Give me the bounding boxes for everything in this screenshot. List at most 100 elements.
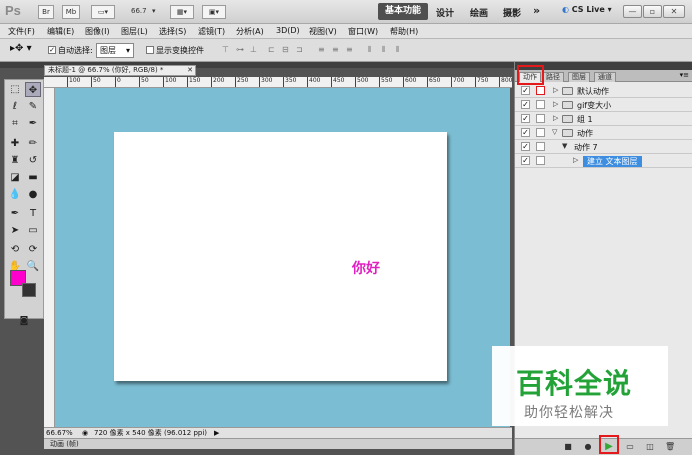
align-bottom-icon[interactable]: ⊥ xyxy=(250,45,262,55)
chevron-right-icon[interactable]: ▷ xyxy=(573,156,578,164)
status-menu-icon[interactable]: ▶ xyxy=(214,428,219,438)
path-select-tool-icon[interactable]: ➤ xyxy=(7,223,23,238)
distribute-bottom-icon[interactable]: ≡ xyxy=(346,45,358,55)
menu-layer[interactable]: 图层(L) xyxy=(121,26,148,37)
menu-edit[interactable]: 编辑(E) xyxy=(47,26,74,37)
marquee-tool-icon[interactable]: ⬚ xyxy=(7,82,23,97)
history-brush-tool-icon[interactable]: ↺ xyxy=(25,153,41,168)
action-toggle-checkbox[interactable]: ✓ xyxy=(521,114,530,123)
menu-filter[interactable]: 滤镜(T) xyxy=(198,26,225,37)
chevron-down-icon[interactable]: ▽ xyxy=(552,128,557,136)
screen-mode-button[interactable]: ▣▾ xyxy=(202,5,226,19)
eraser-tool-icon[interactable]: ◪ xyxy=(7,170,23,185)
canvas-area[interactable]: 你好 xyxy=(55,88,510,427)
pen-tool-icon[interactable]: ✒ xyxy=(7,206,23,221)
menu-help[interactable]: 帮助(H) xyxy=(390,26,418,37)
arrange-documents-button[interactable]: ▦▾ xyxy=(170,5,194,19)
workspace-design[interactable]: 设计 xyxy=(436,6,454,19)
crop-tool-icon[interactable]: ⌗ xyxy=(7,116,23,131)
gradient-tool-icon[interactable]: ▬ xyxy=(25,170,41,185)
dialog-toggle[interactable] xyxy=(536,114,545,123)
more-workspaces-icon[interactable]: » xyxy=(533,4,540,17)
workspace-painting[interactable]: 绘画 xyxy=(470,6,488,19)
list-item[interactable]: ✓ ▽ 动作 xyxy=(515,126,692,140)
distribute-left-icon[interactable]: ⫴ xyxy=(368,45,380,55)
close-icon[interactable]: ✕ xyxy=(187,66,193,75)
zoom-level[interactable]: 66.7 xyxy=(131,7,147,15)
trash-icon[interactable]: 🗑 xyxy=(665,442,675,452)
dodge-tool-icon[interactable]: ● xyxy=(25,187,41,202)
menu-window[interactable]: 窗口(W) xyxy=(348,26,378,37)
stop-icon[interactable]: ■ xyxy=(563,442,573,452)
dialog-toggle[interactable] xyxy=(536,142,545,151)
tab-paths[interactable]: 路径 xyxy=(542,72,564,82)
align-left-icon[interactable]: ⊏ xyxy=(268,45,280,55)
lasso-tool-icon[interactable]: ℓ xyxy=(7,99,23,114)
record-icon[interactable]: ● xyxy=(583,442,593,452)
list-item[interactable]: ✓ ▷ 组 1 xyxy=(515,112,692,126)
distribute-top-icon[interactable]: ≡ xyxy=(318,45,330,55)
blur-tool-icon[interactable]: 💧 xyxy=(7,187,23,202)
list-item[interactable]: ✓ ▷ 默认动作 xyxy=(515,84,692,98)
distribute-right-icon[interactable]: ⫴ xyxy=(396,45,408,55)
tab-channels[interactable]: 通道 xyxy=(594,72,616,82)
tab-layers[interactable]: 图层 xyxy=(568,72,590,82)
canvas-text-layer[interactable]: 你好 xyxy=(352,258,380,278)
close-button[interactable]: ✕ xyxy=(663,5,685,18)
zoom-dropdown-icon[interactable]: ▾ xyxy=(152,7,156,15)
action-toggle-checkbox[interactable]: ✓ xyxy=(521,86,530,95)
restore-button[interactable]: ▫ xyxy=(643,5,662,18)
zoom-tool-icon[interactable]: 🔍 xyxy=(25,259,41,274)
distribute-vcenter-icon[interactable]: ≡ xyxy=(332,45,344,55)
chevron-right-icon[interactable]: ▷ xyxy=(553,100,558,108)
document-canvas[interactable]: 你好 xyxy=(114,132,447,381)
animation-panel-bar[interactable]: 动画 (帧) xyxy=(44,438,512,449)
brush-tool-icon[interactable]: ✏ xyxy=(25,136,41,151)
list-item[interactable]: ✓ ▼ 动作 7 xyxy=(515,140,692,154)
move-tool-preset-icon[interactable]: ▸✥ ▾ xyxy=(10,43,32,54)
auto-select-dropdown[interactable]: 图层 ▾ xyxy=(96,43,134,58)
action-toggle-checkbox[interactable]: ✓ xyxy=(521,100,530,109)
menu-view[interactable]: 视图(V) xyxy=(309,26,337,37)
distribute-hcenter-icon[interactable]: ⫴ xyxy=(382,45,394,55)
chevron-right-icon[interactable]: ▷ xyxy=(553,114,558,122)
dialog-toggle[interactable] xyxy=(536,86,545,95)
action-toggle-checkbox[interactable]: ✓ xyxy=(521,156,530,165)
workspace-photography[interactable]: 摄影 xyxy=(503,6,521,19)
menu-image[interactable]: 图像(I) xyxy=(85,26,110,37)
quick-mask-icon[interactable]: ◙ xyxy=(9,314,39,329)
clone-stamp-tool-icon[interactable]: ♜ xyxy=(7,153,23,168)
minimize-button[interactable]: — xyxy=(623,5,642,18)
chevron-right-icon[interactable]: ▷ xyxy=(553,86,558,94)
menu-file[interactable]: 文件(F) xyxy=(8,26,35,37)
type-tool-icon[interactable]: T xyxy=(25,206,41,221)
shape-tool-icon[interactable]: ▭ xyxy=(25,223,41,238)
3d-rotate-tool-icon[interactable]: ⟲ xyxy=(7,242,23,257)
new-set-icon[interactable]: ▭ xyxy=(625,442,635,452)
dialog-toggle[interactable] xyxy=(536,128,545,137)
3d-orbit-tool-icon[interactable]: ⟳ xyxy=(25,242,41,257)
quick-select-tool-icon[interactable]: ✎ xyxy=(25,99,41,114)
dialog-toggle[interactable] xyxy=(536,156,545,165)
action-toggle-checkbox[interactable]: ✓ xyxy=(521,128,530,137)
align-vcenter-icon[interactable]: ⊶ xyxy=(236,45,248,55)
launch-minibridge-button[interactable]: Mb xyxy=(62,5,80,19)
menu-analysis[interactable]: 分析(A) xyxy=(236,26,264,37)
action-toggle-checkbox[interactable]: ✓ xyxy=(521,142,530,151)
view-extras-button[interactable]: ▭▾ xyxy=(91,5,115,19)
panel-menu-icon[interactable]: ▾≡ xyxy=(680,71,689,79)
background-color-swatch[interactable] xyxy=(22,283,36,297)
move-tool-icon[interactable]: ✥ xyxy=(25,82,41,97)
show-transform-checkbox[interactable] xyxy=(146,46,154,54)
chevron-down-icon[interactable]: ▼ xyxy=(562,142,567,150)
align-top-icon[interactable]: ⊤ xyxy=(222,45,234,55)
align-right-icon[interactable]: ⊐ xyxy=(296,45,308,55)
align-hcenter-icon[interactable]: ⊟ xyxy=(282,45,294,55)
healing-brush-tool-icon[interactable]: ✚ xyxy=(7,136,23,151)
status-info-icon[interactable]: ◉ xyxy=(82,428,88,438)
eyedropper-tool-icon[interactable]: ✒ xyxy=(25,116,41,131)
cs-live-button[interactable]: ◐ CS Live ▾ xyxy=(562,5,612,14)
list-item[interactable]: ✓ ▷ gif变大小 xyxy=(515,98,692,112)
menu-select[interactable]: 选择(S) xyxy=(159,26,186,37)
document-tab[interactable]: 未标题-1 @ 66.7% (你好, RGB/8) * ✕ xyxy=(44,65,196,76)
